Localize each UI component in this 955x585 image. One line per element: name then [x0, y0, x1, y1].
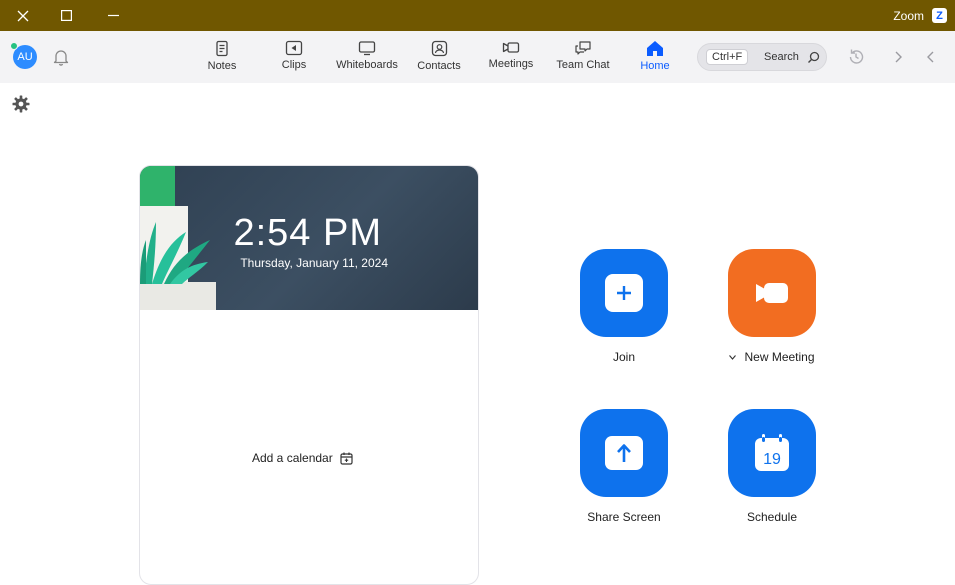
close-button[interactable] — [0, 0, 46, 31]
chevron-left-icon — [927, 51, 934, 63]
calendar-add-icon — [340, 452, 353, 465]
clips-icon — [285, 40, 303, 56]
tab-contacts-label: Contacts — [417, 60, 461, 72]
schedule-label: Schedule — [746, 510, 798, 524]
contacts-icon — [431, 40, 447, 57]
gear-icon — [12, 95, 30, 113]
minimize-icon — [107, 14, 119, 17]
search-label: Search — [764, 51, 799, 63]
window-title: Zoom — [893, 9, 924, 23]
add-calendar-label: Add a calendar — [252, 451, 333, 465]
calendar-icon: 19 — [755, 434, 789, 471]
search-box[interactable]: Ctrl+F Search — [697, 43, 827, 71]
chat-icon — [575, 41, 591, 55]
tab-whiteboards-label: Whiteboards — [336, 59, 398, 71]
zoom-logo-icon: Z — [932, 8, 947, 23]
bell-icon — [53, 50, 69, 66]
search-shortcut: Ctrl+F — [706, 49, 749, 65]
search-icon — [808, 51, 820, 63]
settings-button[interactable] — [11, 94, 31, 114]
share-arrow-icon — [605, 436, 643, 470]
forward-button[interactable] — [889, 48, 907, 66]
notes-icon — [216, 40, 228, 57]
main-toolbar: AU Notes Clips Whiteboards Contacts Meet… — [0, 31, 955, 83]
tab-notes[interactable]: Notes — [187, 40, 257, 72]
tab-notes-label: Notes — [207, 60, 237, 72]
maximize-icon — [60, 10, 72, 21]
schedule-action[interactable]: 19 Schedule — [728, 409, 816, 524]
home-icon — [647, 41, 663, 56]
calendar-card: 2:54 PM Thursday, January 11, 2024 — [139, 165, 479, 585]
new-meeting-action[interactable]: New Meeting — [728, 249, 816, 364]
tab-home[interactable]: Home — [620, 40, 690, 72]
join-action[interactable]: Join — [580, 249, 668, 364]
schedule-button[interactable]: 19 — [728, 409, 816, 497]
clock-date: Thursday, January 11, 2024 — [240, 256, 388, 270]
tab-meetings[interactable]: Meetings — [476, 40, 546, 70]
clock-time: 2:54 PM — [233, 212, 382, 254]
share-screen-label: Share Screen — [587, 510, 661, 524]
tab-clips[interactable]: Clips — [259, 40, 329, 71]
new-meeting-label: New Meeting — [744, 350, 815, 364]
video-icon — [502, 42, 520, 53]
tab-team-chat-label: Team Chat — [556, 59, 610, 71]
close-icon — [17, 10, 29, 21]
maximize-button[interactable] — [43, 0, 89, 31]
share-screen-action[interactable]: Share Screen — [580, 409, 668, 524]
presence-status-dot — [10, 42, 18, 50]
add-calendar-button[interactable]: Add a calendar — [252, 451, 353, 465]
plus-icon — [605, 274, 643, 312]
history-icon — [849, 49, 864, 64]
tab-contacts[interactable]: Contacts — [404, 40, 474, 72]
minimize-button[interactable] — [90, 0, 136, 31]
chevron-right-icon — [895, 51, 902, 63]
share-screen-button[interactable] — [580, 409, 668, 497]
join-label: Join — [612, 350, 635, 364]
tab-whiteboards[interactable]: Whiteboards — [332, 40, 402, 71]
new-meeting-button[interactable] — [728, 249, 816, 337]
join-button[interactable] — [580, 249, 668, 337]
tab-home-label: Home — [640, 60, 670, 72]
tab-meetings-label: Meetings — [488, 58, 534, 70]
back-button[interactable] — [922, 48, 940, 66]
avatar-initials: AU — [17, 51, 33, 63]
plant-illustration — [140, 166, 216, 310]
history-button[interactable] — [845, 46, 867, 68]
whiteboard-icon — [358, 41, 376, 56]
title-bar: Zoom Z — [0, 0, 955, 31]
chevron-down-icon[interactable] — [729, 354, 737, 360]
tab-team-chat[interactable]: Team Chat — [548, 40, 618, 71]
notifications-button[interactable] — [50, 46, 72, 68]
video-camera-icon — [756, 283, 788, 303]
clock-banner: 2:54 PM Thursday, January 11, 2024 — [140, 166, 478, 310]
schedule-day: 19 — [763, 451, 781, 468]
tab-clips-label: Clips — [281, 59, 307, 71]
